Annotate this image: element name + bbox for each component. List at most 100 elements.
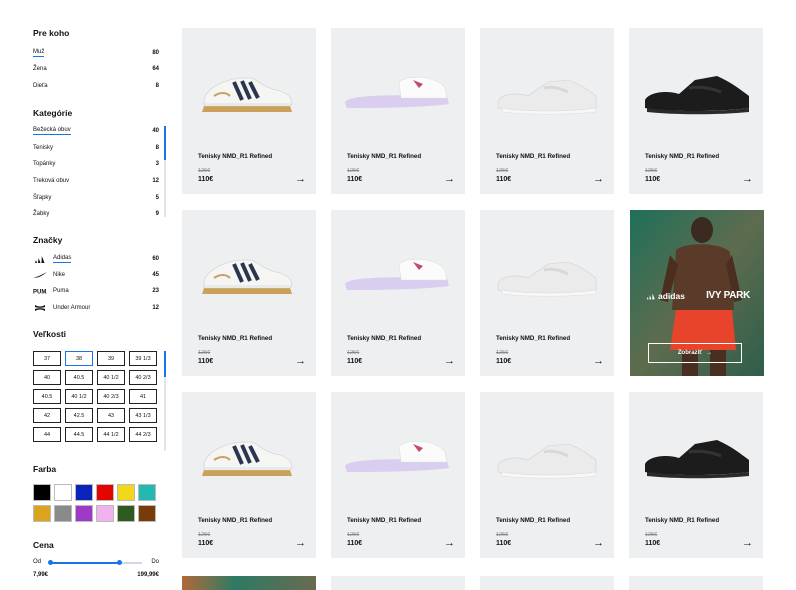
size-option[interactable]: 43 — [97, 408, 125, 423]
arrow-right-icon[interactable]: → — [444, 356, 455, 367]
brand-label: Puma — [53, 288, 69, 294]
arrow-right-icon[interactable]: → — [593, 174, 604, 185]
product-card-partial[interactable] — [629, 576, 763, 590]
brand-item-adidas[interactable]: Adidas 60 — [33, 253, 159, 265]
color-swatch[interactable] — [96, 505, 114, 522]
price-slider[interactable] — [48, 560, 142, 565]
product-image — [339, 248, 457, 298]
audience-item-dieta[interactable]: Dieťa 8 — [33, 80, 159, 92]
categories-scrollbar[interactable] — [164, 126, 166, 217]
color-swatch[interactable] — [75, 484, 93, 501]
product-name: Tenisky NMD_R1 Refined — [645, 517, 720, 524]
ivy-park-promo-banner[interactable]: adidas IVY PARK Zobraziť → — [630, 210, 764, 376]
promo-show-button[interactable]: Zobraziť → — [648, 343, 742, 363]
size-option[interactable]: 40.5 — [65, 370, 93, 385]
price-slider-min-handle[interactable] — [48, 560, 53, 565]
product-card[interactable]: Tenisky NMD_R1 Refined 125€ 110€ → — [480, 392, 614, 558]
brand-item-under-armour[interactable]: Under Armour 12 — [33, 302, 159, 314]
sizes-scrollbar-thumb[interactable] — [164, 351, 166, 377]
product-card-partial[interactable] — [331, 576, 465, 590]
color-swatch[interactable] — [96, 484, 114, 501]
category-item-zabky[interactable]: Žabky 9 — [33, 208, 159, 220]
arrow-right-icon[interactable]: → — [742, 174, 753, 185]
category-label: Treková obuv — [33, 178, 70, 184]
brand-count: 60 — [152, 256, 159, 262]
product-card[interactable]: Tenisky NMD_R1 Refined 125€ 110€ → — [331, 392, 465, 558]
product-card[interactable]: Tenisky NMD_R1 Refined 125€ 110€ → — [182, 28, 316, 194]
size-option[interactable]: 39 — [97, 351, 125, 366]
color-swatch[interactable] — [138, 484, 156, 501]
audience-label: Žena — [33, 66, 47, 72]
size-option[interactable]: 44.5 — [65, 427, 93, 442]
arrow-right-icon[interactable]: → — [295, 174, 306, 185]
product-card[interactable]: Tenisky NMD_R1 Refined 125€ 110€ → — [331, 210, 465, 376]
product-card[interactable]: Tenisky NMD_R1 Refined 125€ 110€ → — [480, 210, 614, 376]
size-option[interactable]: 44 1/2 — [97, 427, 125, 442]
product-card[interactable]: Tenisky NMD_R1 Refined 125€ 110€ → — [629, 392, 763, 558]
product-card-partial[interactable] — [480, 576, 614, 590]
adidas-logo-icon — [646, 293, 655, 299]
category-label: Bežecká obuv — [33, 127, 71, 135]
product-card[interactable]: Tenisky NMD_R1 Refined 125€ 110€ → — [331, 28, 465, 194]
size-option[interactable]: 40 2/3 — [129, 370, 157, 385]
product-old-price: 125€ — [496, 532, 509, 538]
arrow-right-icon[interactable]: → — [444, 538, 455, 549]
category-item-slapky[interactable]: Šľapky 5 — [33, 192, 159, 204]
arrow-right-icon[interactable]: → — [295, 356, 306, 367]
category-item-trekova-obuv[interactable]: Treková obuv 12 — [33, 175, 159, 187]
audience-item-muz[interactable]: Muž 80 — [33, 47, 159, 59]
product-name: Tenisky NMD_R1 Refined — [347, 335, 422, 342]
arrow-right-icon[interactable]: → — [295, 538, 306, 549]
category-item-tenisky[interactable]: Tenisky 8 — [33, 142, 159, 154]
size-option[interactable]: 44 2/3 — [129, 427, 157, 442]
size-option[interactable]: 40.5 — [33, 389, 61, 404]
color-swatch[interactable] — [138, 505, 156, 522]
color-swatch[interactable] — [33, 505, 51, 522]
color-swatch[interactable] — [54, 505, 72, 522]
brand-item-puma[interactable]: PUMA Puma 23 — [33, 285, 159, 297]
product-image — [190, 430, 308, 480]
product-old-price: 125€ — [347, 532, 360, 538]
product-card[interactable]: Tenisky NMD_R1 Refined 125€ 110€ → — [182, 210, 316, 376]
color-grid — [33, 484, 156, 522]
color-swatch[interactable] — [54, 484, 72, 501]
category-item-topanky[interactable]: Topánky 3 — [33, 158, 159, 170]
color-swatch[interactable] — [117, 484, 135, 501]
size-option[interactable]: 37 — [33, 351, 61, 366]
size-option[interactable]: 40 1/2 — [97, 370, 125, 385]
size-option[interactable]: 42.5 — [65, 408, 93, 423]
product-card[interactable]: Tenisky NMD_R1 Refined 125€ 110€ → — [629, 28, 763, 194]
size-option[interactable]: 42 — [33, 408, 61, 423]
sizes-scrollbar[interactable] — [164, 351, 166, 451]
color-swatch[interactable] — [117, 505, 135, 522]
categories-scrollbar-thumb[interactable] — [164, 126, 166, 160]
arrow-right-icon[interactable]: → — [593, 356, 604, 367]
size-option[interactable]: 44 — [33, 427, 61, 442]
size-option[interactable]: 38 — [65, 351, 93, 366]
audience-item-zena[interactable]: Žena 64 — [33, 63, 159, 75]
size-option[interactable]: 40 1/2 — [65, 389, 93, 404]
size-option[interactable]: 39 1/3 — [129, 351, 157, 366]
product-price: 110€ — [645, 176, 661, 183]
size-option[interactable]: 40 2/3 — [97, 389, 125, 404]
product-name: Tenisky NMD_R1 Refined — [496, 153, 571, 160]
product-card[interactable]: Tenisky NMD_R1 Refined 125€ 110€ → — [182, 392, 316, 558]
arrow-right-icon[interactable]: → — [444, 174, 455, 185]
price-slider-max-handle[interactable] — [117, 560, 122, 565]
brand-item-nike[interactable]: Nike 45 — [33, 269, 159, 281]
size-option[interactable]: 40 — [33, 370, 61, 385]
category-item-bezecka-obuv[interactable]: Bežecká obuv 40 — [33, 125, 159, 137]
arrow-right-icon[interactable]: → — [593, 538, 604, 549]
product-image — [488, 66, 606, 116]
promo-banner-partial[interactable] — [182, 576, 316, 590]
svg-text:PUMA: PUMA — [33, 290, 47, 295]
product-card[interactable]: Tenisky NMD_R1 Refined 125€ 110€ → — [480, 28, 614, 194]
product-old-price: 125€ — [645, 532, 658, 538]
adidas-logo-icon — [33, 255, 47, 263]
size-option[interactable]: 41 — [129, 389, 157, 404]
size-option[interactable]: 43 1/3 — [129, 408, 157, 423]
arrow-right-icon[interactable]: → — [742, 538, 753, 549]
color-swatch[interactable] — [75, 505, 93, 522]
color-swatch[interactable] — [33, 484, 51, 501]
product-image — [190, 66, 308, 116]
